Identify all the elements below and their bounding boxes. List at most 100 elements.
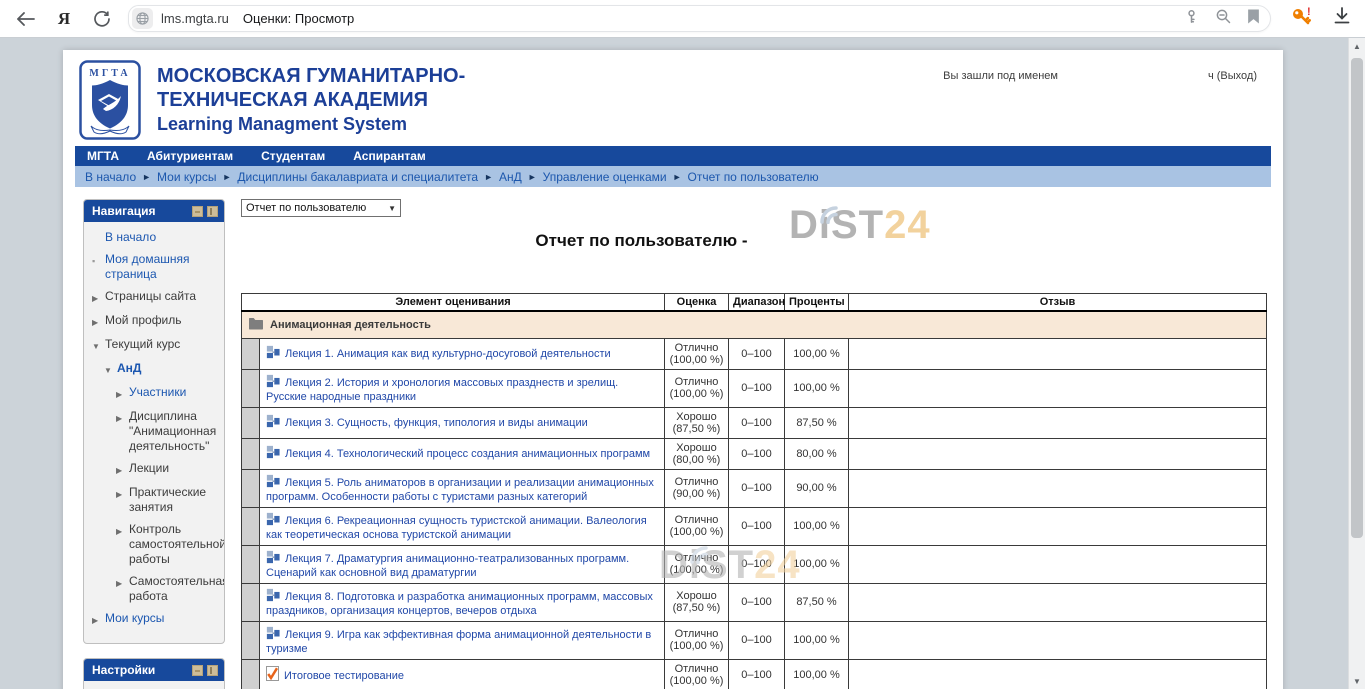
tree-expanded-icon[interactable]: ▼ [92,337,105,354]
feedback-cell [849,469,1267,507]
breadcrumb-separator-icon: ► [142,172,151,182]
grade-item-link[interactable]: Лекция 2. История и хронология массовых … [266,377,618,403]
percent-cell: 100,00 % [785,621,849,659]
key-icon[interactable] [1184,9,1199,29]
grade-cell: Хорошо(87,50 %) [665,583,729,621]
breadcrumb-link[interactable]: Управление оценками [543,170,667,184]
report-type-select[interactable]: Отчет по пользователю ▼ [241,199,401,217]
back-icon[interactable] [14,7,38,31]
breadcrumb-link[interactable]: В начало [85,170,136,184]
feedback-cell [849,583,1267,621]
col-header-grade: Оценка [665,294,729,311]
sidebar-item[interactable]: ▼Текущий курс [90,337,220,354]
breadcrumb-link[interactable]: АнД [499,170,522,184]
breadcrumb-link[interactable]: Отчет по пользователю [688,170,819,184]
lms-subtitle: Learning Managment System [157,114,465,135]
sidebar-item[interactable]: ▶Страницы сайта [90,289,220,306]
block-collapse-icon[interactable] [192,206,203,217]
vertical-scrollbar[interactable]: ▲ ▼ [1348,38,1365,689]
sidebar-item[interactable]: ▶Самостоятельная работа [90,574,220,604]
password-manager-icon[interactable]: ! [1291,6,1313,31]
feedback-cell [849,407,1267,438]
login-prefix: Вы зашли под именем [943,70,1058,82]
tree-collapsed-icon[interactable]: ▶ [116,409,129,454]
tree-collapsed-icon[interactable]: ▶ [92,611,105,628]
sidebar-item[interactable]: ▶Мой профиль [90,313,220,330]
indent-cell [242,369,260,407]
address-bar[interactable]: lms.mgta.ru Оценки: Просмотр [128,5,1271,32]
sidebar-item-label: Мой профиль [105,313,182,330]
svg-text:МГТА: МГТА [89,68,130,79]
grade-item-link[interactable]: Лекция 8. Подготовка и разработка анимац… [266,591,653,617]
address-url[interactable]: lms.mgta.ru [161,11,229,26]
block-dock-icon[interactable] [207,206,218,217]
sidebar-item[interactable]: В начало [90,230,220,245]
site-globe-icon [132,8,153,29]
sidebar-item[interactable]: ▪Моя домашняя страница [90,252,220,282]
grade-cell: Хорошо(80,00 %) [665,438,729,469]
sidebar-item-label[interactable]: Участники [129,385,186,402]
tree-collapsed-icon[interactable]: ▶ [116,522,129,567]
settings-block-header: Настройки [84,659,224,681]
grade-item-link[interactable]: Лекция 3. Сущность, функция, типология и… [285,417,588,429]
range-cell: 0–100 [729,338,785,369]
bookmark-icon[interactable] [1247,9,1260,29]
grade-item-link[interactable]: Лекция 9. Игра как эффективная форма ани… [266,629,651,655]
percent-cell: 80,00 % [785,438,849,469]
scroll-up-icon[interactable]: ▲ [1349,38,1365,54]
breadcrumb-link[interactable]: Мои курсы [157,170,216,184]
grade-item-link[interactable]: Лекция 7. Драматургия анимационно-театра… [266,553,629,579]
grade-item-row: Лекция 7. Драматургия анимационно-театра… [242,545,1267,583]
tree-collapsed-icon[interactable]: ▶ [92,313,105,330]
sidebar-item[interactable]: ▶Участники [90,385,220,402]
scrollbar-thumb[interactable] [1351,58,1363,538]
grade-item-link[interactable]: Лекция 5. Роль аниматоров в организации … [266,477,654,503]
report-select-value: Отчет по пользователю [246,202,366,214]
nav-item-аспирантам[interactable]: Аспирантам [353,149,426,163]
grade-item-link[interactable]: Лекция 4. Технологический процесс создан… [285,448,650,460]
range-cell: 0–100 [729,469,785,507]
scroll-down-icon[interactable]: ▼ [1349,673,1365,689]
grade-item-link[interactable]: Итоговое тестирование [284,670,404,682]
refresh-icon[interactable] [90,7,114,31]
sidebar-item[interactable]: ▼АнД [90,361,220,378]
lesson-icon [266,345,280,362]
sidebar-item[interactable]: ▶Мои курсы [90,611,220,628]
block-dock-icon[interactable] [207,665,218,676]
sidebar-item-label[interactable]: В начало [105,230,156,245]
zoom-page-icon[interactable] [1215,8,1231,29]
main-content: Отчет по пользователю ▼ Отчет по пользов… [241,199,1267,689]
grade-item-row: Лекция 9. Игра как эффективная форма ани… [242,621,1267,659]
breadcrumb-link[interactable]: Дисциплины бакалавриата и специалитета [237,170,478,184]
tree-expanded-icon[interactable]: ▼ [104,361,117,378]
sidebar-item[interactable]: ▶Практические занятия [90,485,220,515]
tree-collapsed-icon[interactable]: ▶ [116,574,129,604]
sidebar-item-label: Страницы сайта [105,289,196,306]
academy-title-line2: ТЕХНИЧЕСКАЯ АКАДЕМИЯ [157,88,465,112]
sidebar-item[interactable]: ▶Лекции [90,461,220,478]
tree-collapsed-icon[interactable]: ▶ [116,485,129,515]
tree-collapsed-icon[interactable]: ▶ [116,461,129,478]
yandex-browser-icon[interactable]: Я [52,7,76,31]
sidebar-item-label[interactable]: Моя домашняя страница [105,252,220,282]
nav-item-абитуриентам[interactable]: Абитуриентам [147,149,233,163]
lms-page: МГТА МОСКОВСКАЯ ГУМАНИТАРНО- ТЕХНИЧЕСКАЯ… [63,50,1283,689]
sidebar-item[interactable]: ▶Дисциплина "Анимационная деятельность" [90,409,220,454]
feedback-cell [849,369,1267,407]
tree-collapsed-icon[interactable]: ▶ [92,289,105,306]
grade-item-link[interactable]: Лекция 6. Рекреационная сущность туристс… [266,515,647,541]
tree-collapsed-icon[interactable]: ▶ [116,385,129,402]
sidebar-item-label[interactable]: АнД [117,361,141,378]
login-info: Вы зашли под именем ч (Выход) [943,70,1257,82]
sidebar-item-label[interactable]: Мои курсы [105,611,164,628]
grade-item-link[interactable]: Лекция 1. Анимация как вид культурно-дос… [285,348,611,360]
feedback-cell [849,545,1267,583]
grade-cell: Отлично(90,00 %) [665,469,729,507]
nav-item-студентам[interactable]: Студентам [261,149,325,163]
block-collapse-icon[interactable] [192,665,203,676]
sidebar-item[interactable]: ▶Контроль самостоятельной работы [90,522,220,567]
nav-item-мгта[interactable]: МГТА [87,149,119,163]
download-icon[interactable] [1333,7,1351,30]
range-cell: 0–100 [729,438,785,469]
logout-link[interactable]: ч (Выход) [1208,70,1257,82]
